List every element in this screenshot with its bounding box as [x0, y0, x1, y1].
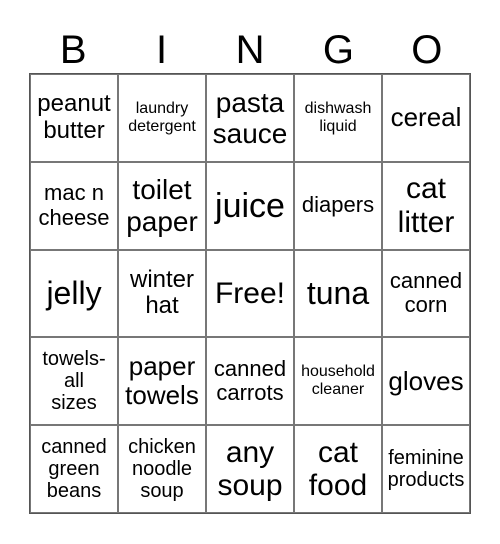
bingo-cell[interactable]: canned corn: [382, 249, 470, 338]
bingo-cell[interactable]: gloves: [382, 337, 470, 426]
bingo-cell[interactable]: tuna: [294, 249, 382, 338]
bingo-cell[interactable]: canned green beans: [30, 425, 118, 513]
bingo-cell[interactable]: towels- all sizes: [30, 337, 118, 426]
header-letter-g: G: [322, 28, 354, 72]
bingo-cell[interactable]: canned carrots: [206, 337, 294, 426]
bingo-cell[interactable]: cat litter: [382, 161, 470, 250]
bingo-cell[interactable]: mac n cheese: [30, 161, 118, 250]
bingo-cell[interactable]: peanut butter: [30, 74, 118, 162]
bingo-cell[interactable]: laundry detergent: [118, 74, 206, 162]
bingo-cell[interactable]: dishwash liquid: [294, 74, 382, 162]
bingo-cell[interactable]: paper towels: [118, 337, 206, 426]
bingo-cell[interactable]: cat food: [294, 425, 382, 513]
bingo-grid: peanut butter laundry detergent pasta sa…: [29, 73, 471, 514]
bingo-cell[interactable]: toilet paper: [118, 161, 206, 250]
bingo-cell[interactable]: feminine products: [382, 425, 470, 513]
bingo-cell[interactable]: juice: [206, 161, 294, 250]
header-letter-o: O: [411, 28, 443, 72]
header-letter-n: N: [235, 28, 265, 72]
bingo-cell[interactable]: diapers: [294, 161, 382, 250]
bingo-cell[interactable]: jelly: [30, 249, 118, 338]
bingo-cell[interactable]: chicken noodle soup: [118, 425, 206, 513]
bingo-cell[interactable]: any soup: [206, 425, 294, 513]
header-letter-b: B: [59, 28, 87, 72]
bingo-cell[interactable]: household cleaner: [294, 337, 382, 426]
header-letter-i: I: [156, 28, 168, 72]
bingo-cell[interactable]: pasta sauce: [206, 74, 294, 162]
bingo-header: B I N G O: [29, 28, 471, 72]
bingo-cell[interactable]: cereal: [382, 74, 470, 162]
free-space[interactable]: Free!: [206, 249, 294, 338]
bingo-cell[interactable]: winter hat: [118, 249, 206, 338]
